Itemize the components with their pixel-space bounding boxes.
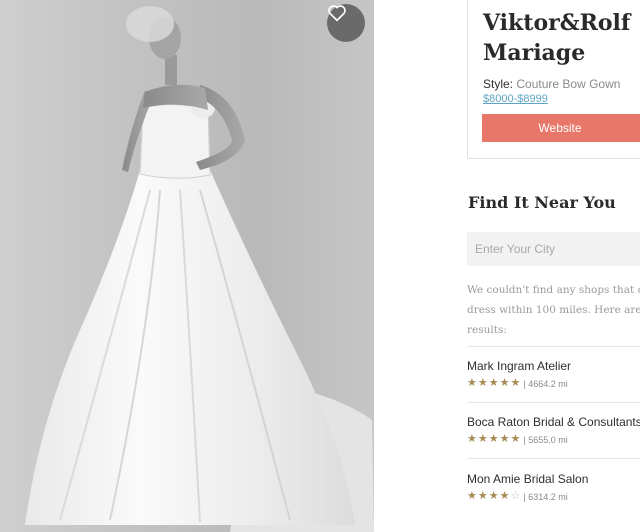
style-line: Style: Couture Bow Gown: [483, 77, 620, 91]
style-value: Couture Bow Gown: [516, 77, 621, 91]
star-filled-icon: ★: [477, 433, 488, 445]
shop-meta: ★ ★ ★ ★ ☆ | 6314.2 mi: [467, 490, 568, 502]
star-filled-icon: ★: [510, 377, 521, 389]
star-filled-icon: ★: [499, 377, 510, 389]
star-filled-icon: ★: [488, 490, 499, 502]
star-rating: ★ ★ ★ ★ ★: [467, 378, 520, 389]
find-near-title: Find It Near You: [468, 193, 616, 212]
star-filled-icon: ★: [467, 433, 477, 445]
favorite-button[interactable]: [327, 4, 365, 42]
star-empty-icon: ☆: [510, 490, 521, 502]
website-button[interactable]: Website: [482, 114, 640, 142]
shop-distance: 4664.2 mi: [528, 378, 568, 389]
heart-icon: [328, 5, 346, 22]
shop-name[interactable]: Boca Raton Bridal & Consultants: [467, 415, 640, 429]
divider: [467, 458, 640, 459]
star-filled-icon: ★: [488, 433, 499, 445]
wedding-gown-illustration: [25, 6, 374, 532]
star-rating: ★ ★ ★ ★ ☆: [467, 491, 520, 502]
dress-photo[interactable]: [0, 0, 374, 532]
price-range-link[interactable]: $8000-$8999: [483, 93, 548, 105]
star-filled-icon: ★: [477, 377, 488, 389]
shop-meta: ★ ★ ★ ★ ★ | 4664.2 mi: [467, 377, 568, 389]
shop-name[interactable]: Mon Amie Bridal Salon: [467, 472, 588, 486]
no-shops-notice: We couldn't find any shops that ca dress…: [467, 284, 640, 336]
divider: [467, 402, 640, 403]
star-filled-icon: ★: [488, 377, 499, 389]
star-filled-icon: ★: [467, 377, 477, 389]
star-rating: ★ ★ ★ ★ ★: [467, 434, 520, 445]
city-input[interactable]: [467, 232, 640, 266]
shop-distance: 6314.2 mi: [528, 491, 568, 502]
shop-meta: ★ ★ ★ ★ ★ | 5655.0 mi: [467, 433, 568, 445]
star-filled-icon: ★: [499, 490, 510, 502]
star-filled-icon: ★: [467, 490, 477, 502]
shop-name[interactable]: Mark Ingram Atelier: [467, 359, 571, 373]
shop-distance: 5655.0 mi: [528, 434, 568, 445]
star-filled-icon: ★: [510, 433, 521, 445]
star-filled-icon: ★: [477, 490, 488, 502]
style-label: Style:: [483, 77, 514, 91]
star-filled-icon: ★: [499, 433, 510, 445]
divider: [467, 346, 640, 347]
product-title: Viktor&Rolf Mariage: [483, 10, 631, 66]
